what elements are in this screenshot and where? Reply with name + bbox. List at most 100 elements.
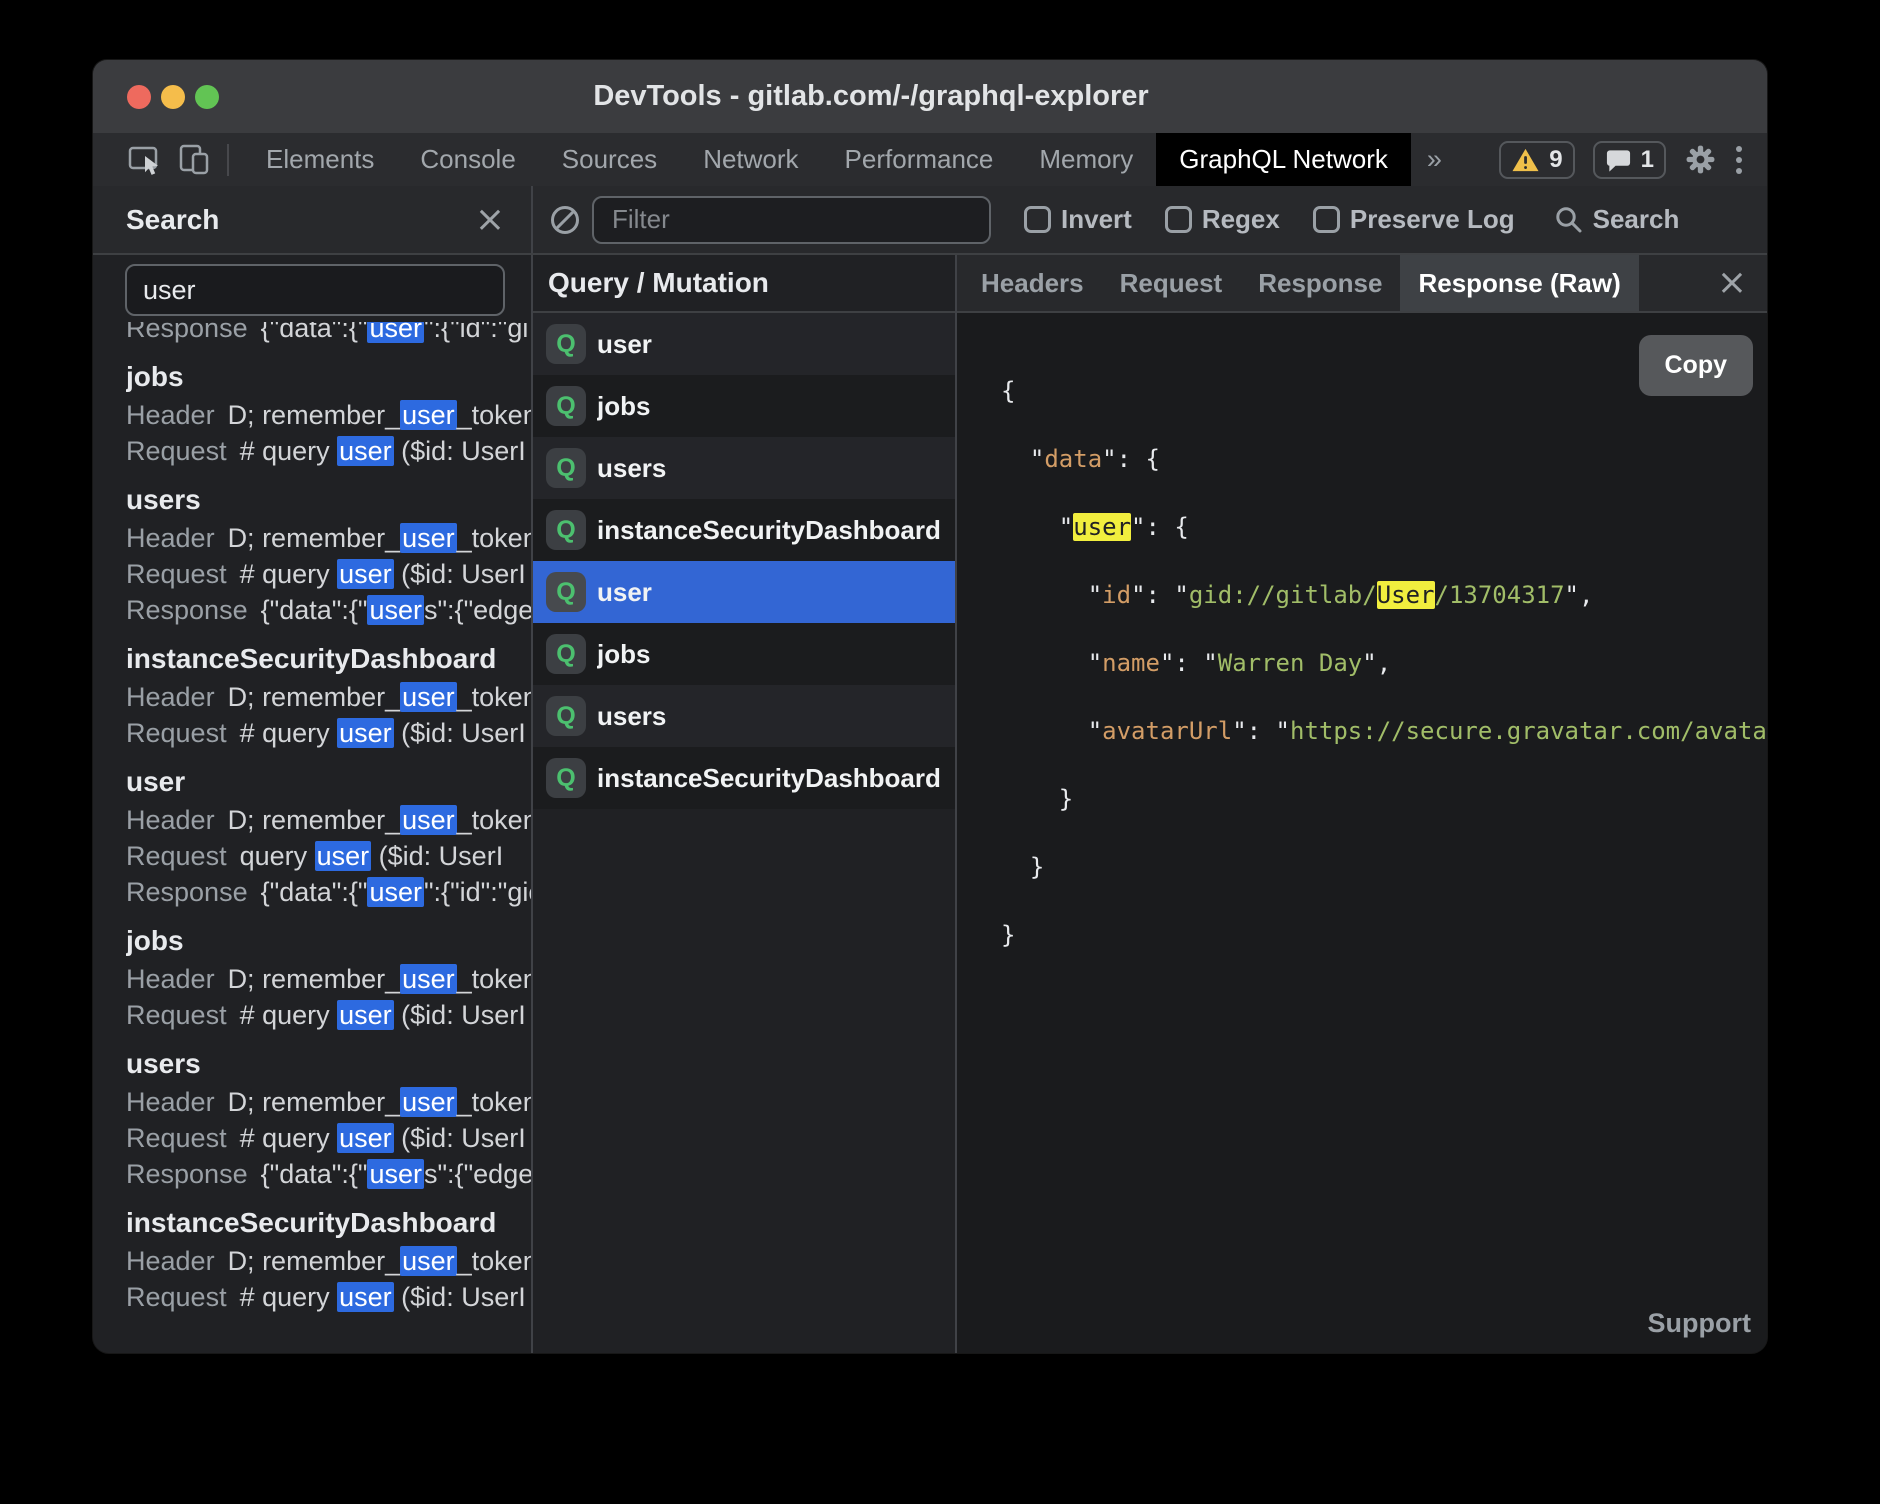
warnings-badge[interactable]: 9 [1499,141,1574,179]
device-toolbar-icon[interactable] [177,143,211,176]
search-result-line-label: Response [126,595,248,625]
json-line: "avatarUrl": "https://secure.gravatar.co… [1001,697,1767,765]
json-line: } [1001,833,1767,901]
tab-elements[interactable]: Elements [243,133,397,186]
search-result-text: # query [240,1123,338,1153]
tab-performance[interactable]: Performance [822,133,1017,186]
query-row[interactable]: Quser [533,313,955,375]
filter-input[interactable] [592,196,991,244]
search-result-line-label: Request [126,841,227,871]
search-result-title: jobs [126,921,531,961]
query-mutation-header: Query / Mutation [533,255,955,313]
search-result-entry[interactable]: usersHeaderD; remember_user_token=eReque… [126,480,531,628]
json-token: data [1044,445,1102,473]
search-result-line[interactable]: HeaderD; remember_user_token=e [126,520,531,556]
response-tab-response[interactable]: Response [1240,255,1400,311]
devtools-window: DevTools - gitlab.com/-/graphql-explorer… [93,60,1767,1353]
minimize-window-button[interactable] [161,85,185,109]
response-tab-headers[interactable]: Headers [963,255,1102,311]
json-token: ", [1565,581,1594,609]
search-result-text: _token=e [457,523,531,553]
search-result-line[interactable]: Response{"data":{"users":{"edges [126,1156,531,1192]
query-row[interactable]: Qjobs [533,623,955,685]
search-result-entry[interactable]: usersHeaderD; remember_user_token=eReque… [126,1044,531,1192]
search-result-title: users [126,480,531,520]
query-row[interactable]: Qjobs [533,375,955,437]
support-link[interactable]: Support [1648,1308,1751,1339]
search-result-entry[interactable]: jobsHeaderD; remember_user_token=eReques… [126,921,531,1033]
tab-network[interactable]: Network [680,133,821,186]
search-result-line[interactable]: HeaderD; remember_user_token=e [126,1243,531,1279]
search-result-line[interactable]: Request# query user ($id: UserI [126,556,531,592]
json-token: ", [1362,649,1391,677]
tab-graphql-network[interactable]: GraphQL Network [1156,133,1411,186]
query-row[interactable]: Qusers [533,437,955,499]
search-result-line[interactable]: HeaderD; remember_user_token=e [126,397,531,433]
search-result-entry[interactable]: userHeaderD; remember_user_token=eReques… [126,762,531,910]
json-token: " [1001,513,1073,541]
checkbox-invert[interactable]: Invert [1024,204,1132,235]
toolbar-row: Search × Invert Regex Preserve Log Search [93,186,1767,255]
json-token: gid://gitlab/ [1189,581,1377,609]
search-match-highlight: user [337,1123,394,1153]
search-match-highlight: user [337,1282,394,1312]
clear-block-icon[interactable] [549,204,581,236]
search-result-line[interactable]: HeaderD; remember_user_token=e [126,961,531,997]
search-result-line[interactable]: Request# query user ($id: UserI [126,997,531,1033]
search-result-line[interactable]: Request# query user ($id: UserI [126,715,531,751]
tab-console[interactable]: Console [397,133,538,186]
search-result-entry[interactable]: jobsHeaderD; remember_user_token=eReques… [126,357,531,469]
more-tabs-button[interactable]: » [1411,133,1458,186]
query-row[interactable]: QinstanceSecurityDashboard [533,499,955,561]
search-input[interactable] [125,264,505,316]
close-search-panel-button[interactable]: × [475,202,505,238]
checkbox-regex[interactable]: Regex [1165,204,1280,235]
settings-gear-icon[interactable] [1684,143,1717,176]
json-token: " [1001,717,1102,745]
search-result-text: D; remember_ [228,964,401,994]
search-match-highlight: user [337,718,394,748]
search-result-text: {"data":{" [261,595,368,625]
search-result-line[interactable]: Response{"data":{"users":{"edges [126,592,531,628]
query-label: user [597,577,652,608]
devtools-tab-bar: ElementsConsoleSourcesNetworkPerformance… [93,133,1767,186]
tab-sources[interactable]: Sources [539,133,680,186]
search-result-entry[interactable]: instanceSecurityDashboardHeaderD; rememb… [126,1203,531,1315]
search-match-highlight: user [400,523,457,553]
query-label: user [597,329,652,360]
query-row[interactable]: QinstanceSecurityDashboard [533,747,955,809]
close-details-button[interactable]: × [1697,255,1767,311]
search-toggle[interactable]: Search [1554,204,1680,235]
search-result-line[interactable]: HeaderD; remember_user_token=e [126,802,531,838]
query-row[interactable]: Quser [533,561,955,623]
search-result-line[interactable]: Response{"data":{"user":{"id":"gi [126,322,531,346]
search-result-line[interactable]: Requestquery user ($id: UserI [126,838,531,874]
search-result-title: jobs [126,357,531,397]
search-result-title: users [126,1044,531,1084]
search-result-entry[interactable]: Response{"data":{"user":{"id":"gi [126,322,531,346]
inspect-element-icon[interactable] [127,143,163,177]
tab-memory[interactable]: Memory [1016,133,1156,186]
query-row[interactable]: Qusers [533,685,955,747]
response-tab-request[interactable]: Request [1102,255,1241,311]
search-panel-title: Search [126,204,219,236]
search-result-line[interactable]: Request# query user ($id: UserI [126,433,531,469]
search-result-line[interactable]: HeaderD; remember_user_token=e [126,679,531,715]
json-token: Warren Day [1218,649,1363,677]
more-options-icon[interactable] [1735,143,1743,177]
search-match-highlight: user [400,964,457,994]
search-result-text: D; remember_ [228,682,401,712]
copy-button[interactable]: Copy [1639,335,1754,396]
search-result-line[interactable]: Response{"data":{"user":{"id":"gic [126,874,531,910]
search-result-entry[interactable]: instanceSecurityDashboardHeaderD; rememb… [126,639,531,751]
close-window-button[interactable] [127,85,151,109]
messages-badge[interactable]: 1 [1593,141,1666,179]
query-type-icon: Q [546,510,586,550]
checkbox-preserve-log[interactable]: Preserve Log [1313,204,1515,235]
json-token: } [1001,921,1015,949]
search-result-line[interactable]: Request# query user ($id: UserI [126,1279,531,1315]
response-tab-response-raw[interactable]: Response (Raw) [1400,255,1638,311]
search-result-line[interactable]: Request# query user ($id: UserI [126,1120,531,1156]
zoom-window-button[interactable] [195,85,219,109]
search-result-line[interactable]: HeaderD; remember_user_token=e [126,1084,531,1120]
